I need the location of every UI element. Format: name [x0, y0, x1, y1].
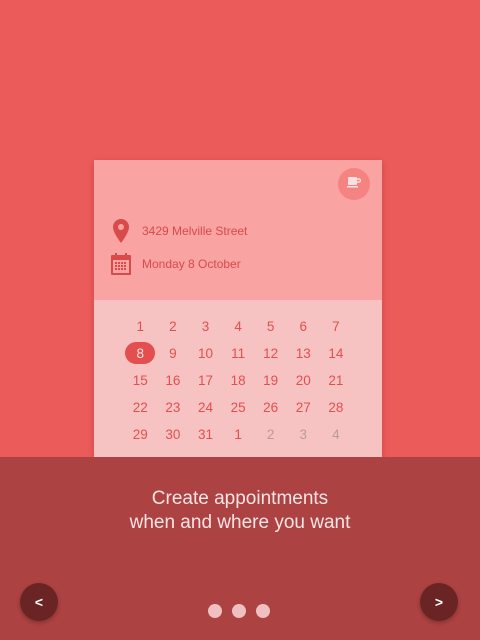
tagline-line-1: Create appointments [151, 488, 329, 509]
calendar-day[interactable]: 30 [157, 422, 190, 446]
calendar-day[interactable]: 1 [222, 422, 255, 446]
calendar-week-5: 29 30 31 1 2 3 4 [124, 422, 352, 446]
calendar-day[interactable]: 5 [254, 314, 287, 338]
page-dot[interactable] [256, 604, 270, 618]
card-header: 3429 Melville Street Monday 8 October [94, 160, 382, 300]
page-indicator [208, 604, 280, 618]
appointment-card: 3429 Melville Street Monday 8 October 1 … [94, 160, 382, 457]
calendar-day[interactable]: 19 [254, 368, 287, 392]
calendar-day[interactable]: 29 [124, 422, 157, 446]
calendar-day[interactable]: 22 [124, 395, 157, 419]
calendar-day[interactable]: 4 [222, 314, 255, 338]
calendar-day[interactable]: 25 [222, 395, 255, 419]
calendar-day-next-month[interactable]: 3 [287, 422, 320, 446]
calendar-day[interactable]: 14 [320, 341, 353, 365]
date-row: Monday 8 October [110, 251, 241, 277]
onboarding-panel: Create appointments when and where you w… [0, 457, 480, 640]
calendar-day[interactable]: 15 [124, 368, 157, 392]
calendar-week-4: 22 23 24 25 26 27 28 [124, 395, 352, 419]
calendar-week-2: 8 9 10 11 12 13 14 [124, 341, 352, 365]
calendar-day[interactable]: 9 [157, 341, 190, 365]
coffee-button[interactable] [338, 168, 370, 200]
calendar-day[interactable]: 10 [189, 341, 222, 365]
page-dot[interactable] [208, 604, 222, 618]
page-dot[interactable] [232, 604, 246, 618]
calendar-day[interactable]: 21 [320, 368, 353, 392]
date-text: Monday 8 October [142, 257, 241, 271]
calendar-day[interactable]: 1 [124, 314, 157, 338]
coffee-cup-icon [347, 175, 362, 193]
onboarding-tagline: Create appointments when and where you w… [0, 487, 480, 535]
calendar-day[interactable]: 17 [189, 368, 222, 392]
calendar-day[interactable]: 28 [320, 395, 353, 419]
calendar-day[interactable]: 16 [157, 368, 190, 392]
calendar-day-next-month[interactable]: 2 [254, 422, 287, 446]
calendar-day[interactable]: 18 [222, 368, 255, 392]
calendar-week-3: 15 16 17 18 19 20 21 [124, 368, 352, 392]
calendar-day-next-month[interactable]: 4 [320, 422, 353, 446]
selected-day-label: 8 [125, 342, 156, 364]
month-calendar: 1 2 3 4 5 6 7 8 9 10 11 12 13 14 15 16 1… [94, 300, 382, 457]
calendar-day[interactable]: 6 [287, 314, 320, 338]
calendar-day[interactable]: 24 [189, 395, 222, 419]
calendar-day[interactable]: 12 [254, 341, 287, 365]
calendar-day[interactable]: 11 [222, 341, 255, 365]
calendar-day[interactable]: 7 [320, 314, 353, 338]
next-button[interactable]: > [420, 583, 458, 621]
calendar-day[interactable]: 23 [157, 395, 190, 419]
previous-button[interactable]: < [20, 583, 58, 621]
calendar-week-1: 1 2 3 4 5 6 7 [124, 314, 352, 338]
calendar-day[interactable]: 2 [157, 314, 190, 338]
tagline-line-2: when and where you want [129, 512, 351, 533]
calendar-day[interactable]: 3 [189, 314, 222, 338]
location-pin-icon [110, 218, 132, 244]
calendar-day[interactable]: 13 [287, 341, 320, 365]
address-text: 3429 Melville Street [142, 224, 248, 238]
calendar-icon [110, 251, 132, 277]
address-row: 3429 Melville Street [110, 218, 247, 244]
calendar-day[interactable]: 20 [287, 368, 320, 392]
calendar-day-selected[interactable]: 8 [124, 341, 157, 365]
calendar-day[interactable]: 26 [254, 395, 287, 419]
calendar-day[interactable]: 27 [287, 395, 320, 419]
calendar-day[interactable]: 31 [189, 422, 222, 446]
